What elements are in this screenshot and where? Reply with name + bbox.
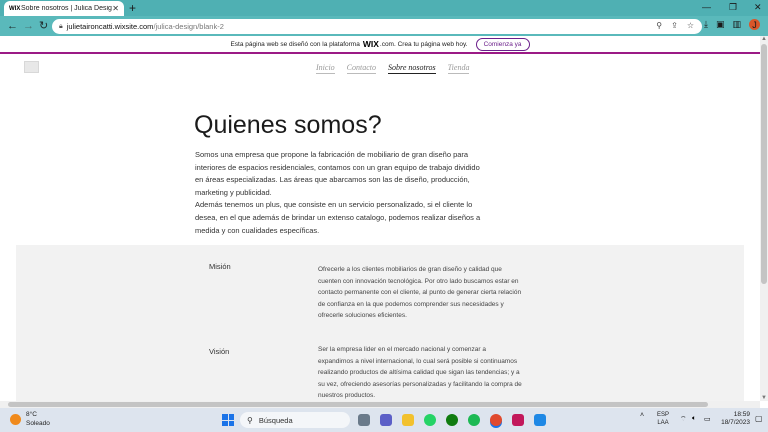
language-indicator[interactable]: ESP LAA — [657, 411, 669, 427]
mision-text: Ofrecerle a los clientes mobiliarios de … — [318, 266, 522, 320]
teams-icon[interactable] — [380, 414, 392, 426]
close-tab-icon[interactable]: ✕ — [112, 4, 119, 13]
extensions-icon[interactable]: ▣ — [716, 19, 725, 30]
sidebar-icon[interactable]: ▥ — [733, 19, 742, 30]
task-view-icon[interactable] — [358, 414, 370, 426]
weather-description[interactable]: Soleado — [26, 420, 50, 427]
chrome-icon[interactable] — [490, 414, 502, 426]
system-tray: ˄ — [640, 412, 644, 419]
reload-icon[interactable]: ↻ — [39, 19, 48, 33]
store-icon[interactable] — [534, 414, 546, 426]
wix-banner-text: Esta página web se diseñó con la platafo… — [230, 40, 360, 48]
browser-toolbar: ← → ↻ 🔒︎ julietaironcatti.wixsite.com /j… — [0, 16, 768, 36]
clock-date: 18/7/2023 — [721, 419, 750, 426]
notification-icon[interactable]: ▢ — [755, 414, 763, 423]
url-path: /julica-design/blank-2 — [153, 22, 224, 31]
clock-time: 18:59 — [733, 411, 750, 418]
sun-weather-icon[interactable] — [10, 414, 21, 425]
toolbar-right: ⤓ ▣ ▥ J ⋮ — [704, 19, 768, 30]
profile-avatar[interactable]: J — [749, 19, 761, 30]
browser-tabbar: WIX Sobre nosotros | Julica Design ✕ + —… — [0, 0, 768, 16]
horizontal-scrollbar[interactable] — [0, 401, 760, 408]
share-icon[interactable]: ⇪ — [671, 21, 678, 30]
wix-banner: Esta página web se diseñó con la platafo… — [0, 36, 760, 54]
battery-icon[interactable]: ▭ — [704, 415, 711, 423]
new-tab-button[interactable]: + — [129, 1, 136, 15]
forward-icon[interactable]: → — [23, 19, 34, 33]
lock-icon[interactable]: 🔒︎ — [59, 23, 63, 31]
start-now-button[interactable]: Comienza ya — [475, 37, 530, 51]
weather-temperature[interactable]: 8°C — [26, 411, 37, 418]
vertical-scroll-thumb[interactable] — [761, 44, 767, 284]
nav-item-sobre-nosotros[interactable]: Sobre nosotros — [388, 63, 436, 74]
close-window-icon[interactable]: ✕ — [754, 2, 762, 13]
mision-label: Misión — [209, 262, 231, 271]
taskbar-search[interactable]: ⚲ Búsqueda — [240, 412, 350, 428]
taskbar-search-label: Búsqueda — [258, 415, 293, 425]
wix-banner-text-after: .com. Crea tu página web hoy. — [379, 40, 468, 48]
address-bar[interactable]: 🔒︎ julietaironcatti.wixsite.com /julica-… — [52, 19, 702, 34]
bookmark-star-icon[interactable]: ☆ — [687, 21, 694, 30]
site-nav: Inicio Contacto Sobre nosotros Tienda — [316, 63, 470, 74]
file-explorer-icon[interactable] — [402, 414, 414, 426]
site-logo[interactable] — [24, 61, 39, 73]
back-icon[interactable]: ← — [7, 19, 18, 33]
url-host: julietaironcatti.wixsite.com — [66, 22, 154, 31]
intro-paragraph-2: Además tenemos un plus, que consiste en … — [195, 200, 481, 235]
windows-start-icon[interactable] — [222, 414, 234, 426]
wix-favicon-icon: WIX — [9, 5, 21, 12]
language-code: ESP — [657, 412, 670, 418]
minimize-icon[interactable]: — — [702, 2, 711, 12]
horizontal-scroll-thumb[interactable] — [8, 402, 708, 407]
wix-logo: WIX — [362, 39, 379, 49]
search-icon[interactable]: ⚲ — [656, 21, 662, 30]
vision-text: Ser la empresa lider en el mercado nacio… — [318, 346, 522, 400]
wifi-icon[interactable]: ⌔ — [680, 415, 687, 424]
keyboard-layout: LAA — [657, 420, 669, 426]
page-content: Inicio Contacto Sobre nosotros Tienda Qu… — [0, 56, 760, 401]
intro-text: Somos una empresa que propone la fabrica… — [195, 149, 485, 237]
nav-item-contacto[interactable]: Contacto — [346, 63, 377, 74]
volume-icon[interactable]: 🔈︎ — [692, 415, 696, 423]
scroll-up-icon[interactable]: ▲ — [761, 36, 767, 42]
intro-paragraph-1: Somos una empresa que propone la fabrica… — [195, 150, 480, 197]
search-icon: ⚲ — [247, 415, 253, 425]
nav-item-inicio[interactable]: Inicio — [316, 63, 335, 74]
whatsapp-icon[interactable] — [424, 414, 436, 426]
mission-vision-section: Misión Ofrecerle a los clientes mobiliar… — [16, 245, 744, 401]
browser-tab[interactable]: WIX Sobre nosotros | Julica Design ✕ — [4, 1, 124, 16]
vertical-scrollbar[interactable]: ▲ ▼ — [760, 36, 768, 401]
nav-item-tienda[interactable]: Tienda — [447, 63, 470, 74]
xbox-icon[interactable] — [446, 414, 458, 426]
spotify-icon[interactable] — [468, 414, 480, 426]
windows-taskbar: 8°C Soleado ⚲ Búsqueda ˄ ESP LAA ⌔ 🔈︎ ▭ … — [0, 408, 768, 432]
vision-label: Visión — [209, 347, 230, 356]
app-icon[interactable] — [512, 414, 524, 426]
url-actions: ⚲ ⇪ ☆ — [656, 21, 694, 30]
scroll-down-icon[interactable]: ▼ — [761, 395, 767, 401]
chevron-up-icon[interactable]: ˄ — [640, 412, 644, 419]
tab-title: Sobre nosotros | Julica Design — [21, 5, 113, 12]
page-title: Quienes somos? — [194, 111, 382, 139]
maximize-icon[interactable]: ❐ — [729, 2, 737, 13]
download-icon[interactable]: ⤓ — [704, 19, 708, 30]
clock[interactable]: 18:59 18/7/2023 — [716, 411, 750, 427]
